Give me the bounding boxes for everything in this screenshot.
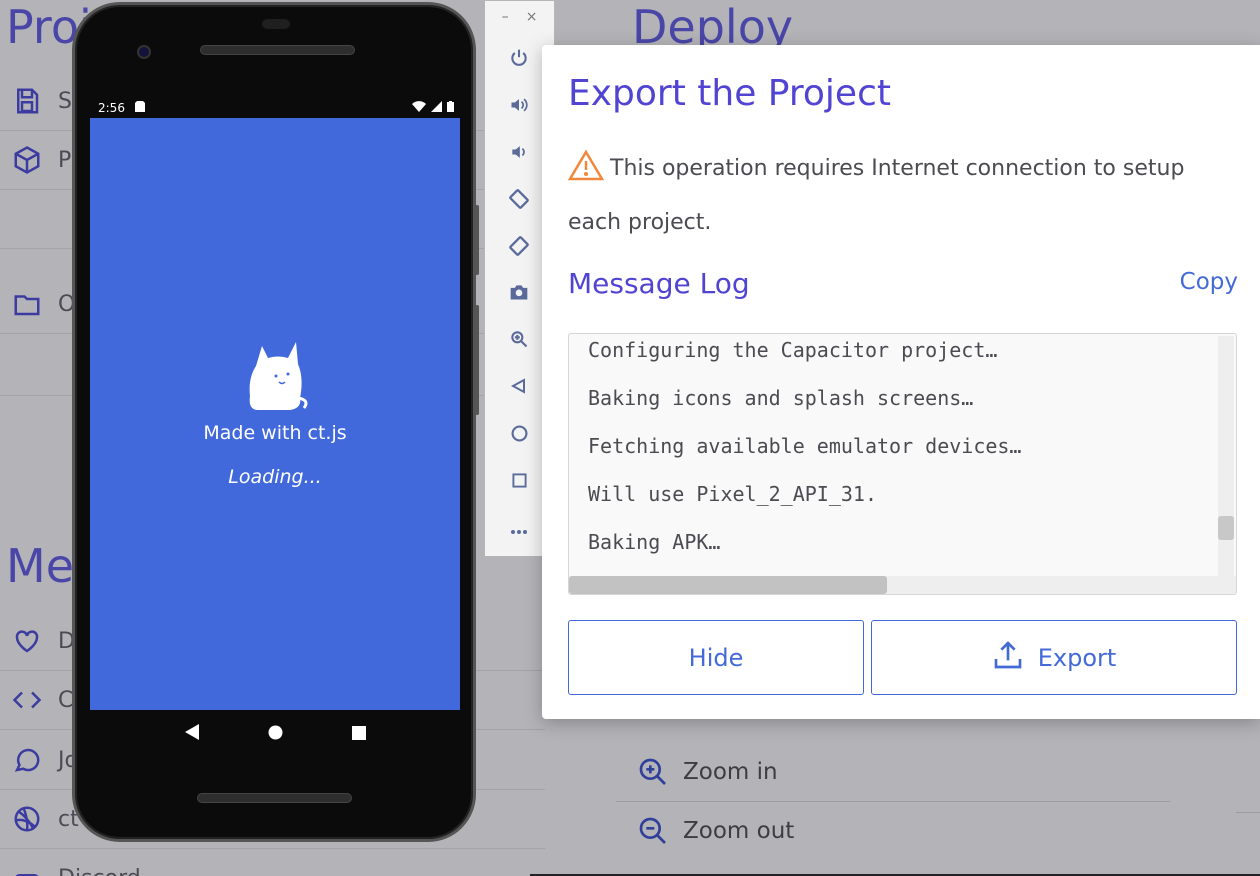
zoom-icon [509, 329, 529, 353]
warning-text: This operation requires Internet connect… [568, 156, 1185, 235]
sidebar-item-discord[interactable]: Discord [0, 849, 545, 876]
log-line: Configuring the Capacitor project… [588, 338, 998, 362]
discord-icon [10, 862, 44, 876]
export-modal: Export the Project This operation requir… [542, 45, 1260, 719]
zoom-out-icon [636, 814, 670, 848]
power-button[interactable] [502, 43, 536, 77]
signal-icon [431, 101, 442, 115]
modal-title: Export the Project [568, 73, 891, 114]
screenshot-button[interactable] [502, 277, 536, 311]
volume-down-icon [509, 142, 529, 166]
emulator-window-controls: – × [485, 9, 554, 25]
sidebar-item-label: P [58, 147, 72, 173]
power-icon [509, 48, 529, 72]
log-horizontal-scroll-thumb[interactable] [569, 576, 887, 594]
message-log-title: Message Log [568, 267, 750, 300]
log-line: Fetching available emulator devices… [588, 434, 1022, 458]
log-lines: Configuring the Capacitor project… Bakin… [588, 334, 1021, 574]
zoom-in-label: Zoom in [683, 759, 778, 785]
zoom-out-button[interactable]: Zoom out [636, 814, 794, 848]
sidebar-item-label: Discord [58, 866, 141, 876]
splash-loading-text: Loading... [228, 466, 322, 488]
more-button[interactable] [502, 512, 536, 546]
divider [616, 801, 1170, 802]
volume-up-icon [508, 95, 530, 119]
close-button[interactable]: × [526, 9, 538, 25]
nav-back-icon[interactable] [184, 724, 199, 744]
android-nav-bar [90, 710, 460, 758]
rotate-right-icon [508, 235, 530, 261]
status-time: 2:56 [98, 101, 125, 115]
side-volume-button[interactable] [475, 205, 479, 275]
meta-heading: Me [6, 539, 74, 593]
app-splash-screen[interactable]: Made with ct.js Loading... [90, 118, 460, 710]
package-icon [10, 143, 44, 177]
export-button[interactable]: Export [871, 620, 1237, 695]
status-bar: 2:56 [90, 98, 462, 118]
hide-button-label: Hide [688, 643, 744, 672]
ctjs-cat-logo [240, 338, 310, 416]
log-vertical-scroll-thumb[interactable] [1218, 516, 1234, 540]
divider [1236, 812, 1260, 813]
android-emulator-phone: 2:56 Made with ct.js Loading... [72, 2, 479, 842]
more-icon [510, 520, 528, 539]
chat-icon [10, 743, 44, 777]
nav-overview-icon[interactable] [351, 725, 366, 744]
message-log-box[interactable]: Configuring the Capacitor project… Bakin… [568, 333, 1237, 595]
globe-icon [10, 802, 44, 836]
warning-icon [567, 149, 605, 199]
rotate-left-button[interactable] [502, 184, 536, 218]
camera-icon [509, 283, 529, 305]
home-button[interactable] [502, 418, 536, 452]
log-line: Baking APK… [588, 530, 721, 554]
minimize-button[interactable]: – [502, 9, 509, 25]
zoom-in-icon [636, 755, 670, 789]
top-speaker-grille [200, 45, 355, 55]
folder-icon [10, 287, 44, 321]
rotate-left-icon [508, 188, 530, 214]
log-horizontal-scrollbar[interactable] [569, 576, 1236, 594]
copy-log-link[interactable]: Copy [1180, 269, 1238, 295]
back-icon [510, 378, 527, 398]
side-power-button[interactable] [475, 305, 479, 415]
heart-icon [10, 624, 44, 658]
back-button[interactable] [502, 371, 536, 405]
overview-button[interactable] [502, 465, 536, 499]
log-line: Baking icons and splash screens… [588, 386, 974, 410]
export-button-label: Export [1037, 643, 1117, 672]
upload-icon [992, 639, 1024, 677]
internet-warning: This operation requires Internet connect… [567, 145, 1228, 247]
log-line: Will use Pixel_2_API_31. [588, 482, 877, 506]
deploy-heading: Deploy [632, 0, 794, 54]
rotate-right-button[interactable] [502, 231, 536, 265]
code-icon [10, 683, 44, 717]
sd-card-icon [134, 101, 145, 115]
splash-made-with-text: Made with ct.js [203, 422, 347, 444]
wifi-icon [412, 101, 426, 115]
overview-icon [511, 472, 527, 492]
battery-icon [447, 101, 454, 115]
zoom-in-button[interactable]: Zoom in [636, 755, 778, 789]
volume-up-button[interactable] [502, 90, 536, 124]
save-icon [10, 84, 44, 118]
log-vertical-scrollbar[interactable] [1218, 336, 1234, 576]
volume-down-button[interactable] [502, 137, 536, 171]
bottom-speaker-grille [197, 793, 352, 803]
home-icon [511, 425, 528, 446]
nav-home-icon[interactable] [268, 725, 283, 744]
earpiece-slot [262, 19, 290, 29]
zoom-button[interactable] [502, 324, 536, 358]
zoom-out-label: Zoom out [683, 818, 795, 844]
hide-button[interactable]: Hide [568, 620, 864, 695]
front-camera [137, 45, 151, 59]
